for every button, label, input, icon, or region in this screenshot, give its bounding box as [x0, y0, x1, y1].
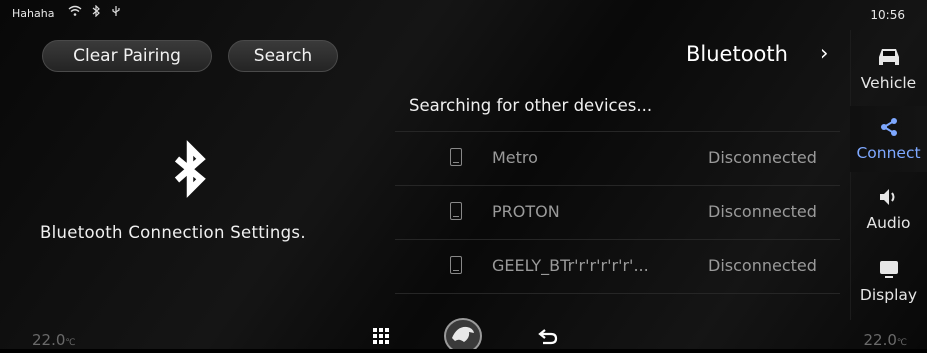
share-icon	[877, 116, 901, 138]
device-name: GEELY_BTr'r'r'r'r'r'...	[492, 256, 649, 275]
device-row-proton[interactable]: PROTON Disconnected	[395, 185, 840, 239]
device-row-metro[interactable]: Metro Disconnected	[395, 131, 840, 185]
device-name: PROTON	[492, 202, 560, 221]
phone-icon	[450, 256, 462, 274]
status-bar: Hahaha 10:56	[0, 0, 927, 28]
device-status: Disconnected	[708, 202, 817, 221]
device-status: Disconnected	[708, 256, 817, 275]
nav-item-connect[interactable]: Connect	[850, 106, 927, 172]
nav-item-vehicle[interactable]: Vehicle	[850, 36, 927, 102]
nav-item-display[interactable]: Display	[850, 248, 927, 314]
nav-label: Vehicle	[860, 74, 917, 92]
car-icon	[877, 46, 901, 68]
chevron-right-icon[interactable]: ›	[820, 41, 828, 65]
temperature-value: 22.0	[863, 331, 897, 349]
temperature-right[interactable]: 22.0℃	[863, 331, 907, 349]
list-divider	[395, 293, 840, 294]
clear-pairing-button[interactable]: Clear Pairing	[42, 40, 212, 72]
temperature-unit: ℃	[896, 338, 907, 348]
temperature-unit: ℃	[65, 338, 76, 348]
temperature-left[interactable]: 22.0℃	[32, 331, 76, 349]
search-button[interactable]: Search	[228, 40, 338, 72]
phone-icon	[450, 148, 462, 166]
bluetooth-connection-settings-label: Bluetooth Connection Settings.	[40, 223, 306, 242]
nav-label: Audio	[866, 214, 911, 232]
infotainment-screen: Hahaha 10:56 Clear Pairing Search Blueto…	[0, 0, 927, 353]
bluetooth-icon	[160, 140, 220, 200]
device-name: Metro	[492, 148, 538, 167]
temperature-value: 22.0	[32, 331, 66, 349]
status-time: 10:56	[870, 8, 905, 22]
back-icon[interactable]	[537, 327, 559, 345]
nav-item-audio[interactable]: Audio	[850, 176, 927, 242]
speaker-icon	[877, 186, 901, 208]
home-brand-logo-icon[interactable]	[443, 316, 483, 353]
usb-icon	[111, 6, 121, 20]
wifi-icon	[68, 5, 92, 20]
nav-label: Connect	[856, 144, 921, 162]
device-status: Disconnected	[708, 148, 817, 167]
status-icons	[68, 4, 121, 20]
nav-label: Display	[859, 286, 918, 304]
phone-icon	[450, 202, 462, 220]
bluetooth-icon	[92, 4, 111, 20]
device-row-geely[interactable]: GEELY_BTr'r'r'r'r'r'... Disconnected	[395, 239, 840, 293]
apps-grid-icon[interactable]	[372, 327, 390, 345]
status-user-name: Hahaha	[12, 7, 55, 20]
searching-status: Searching for other devices...	[409, 96, 653, 115]
page-title: Bluetooth	[686, 42, 788, 66]
display-icon	[877, 258, 901, 280]
